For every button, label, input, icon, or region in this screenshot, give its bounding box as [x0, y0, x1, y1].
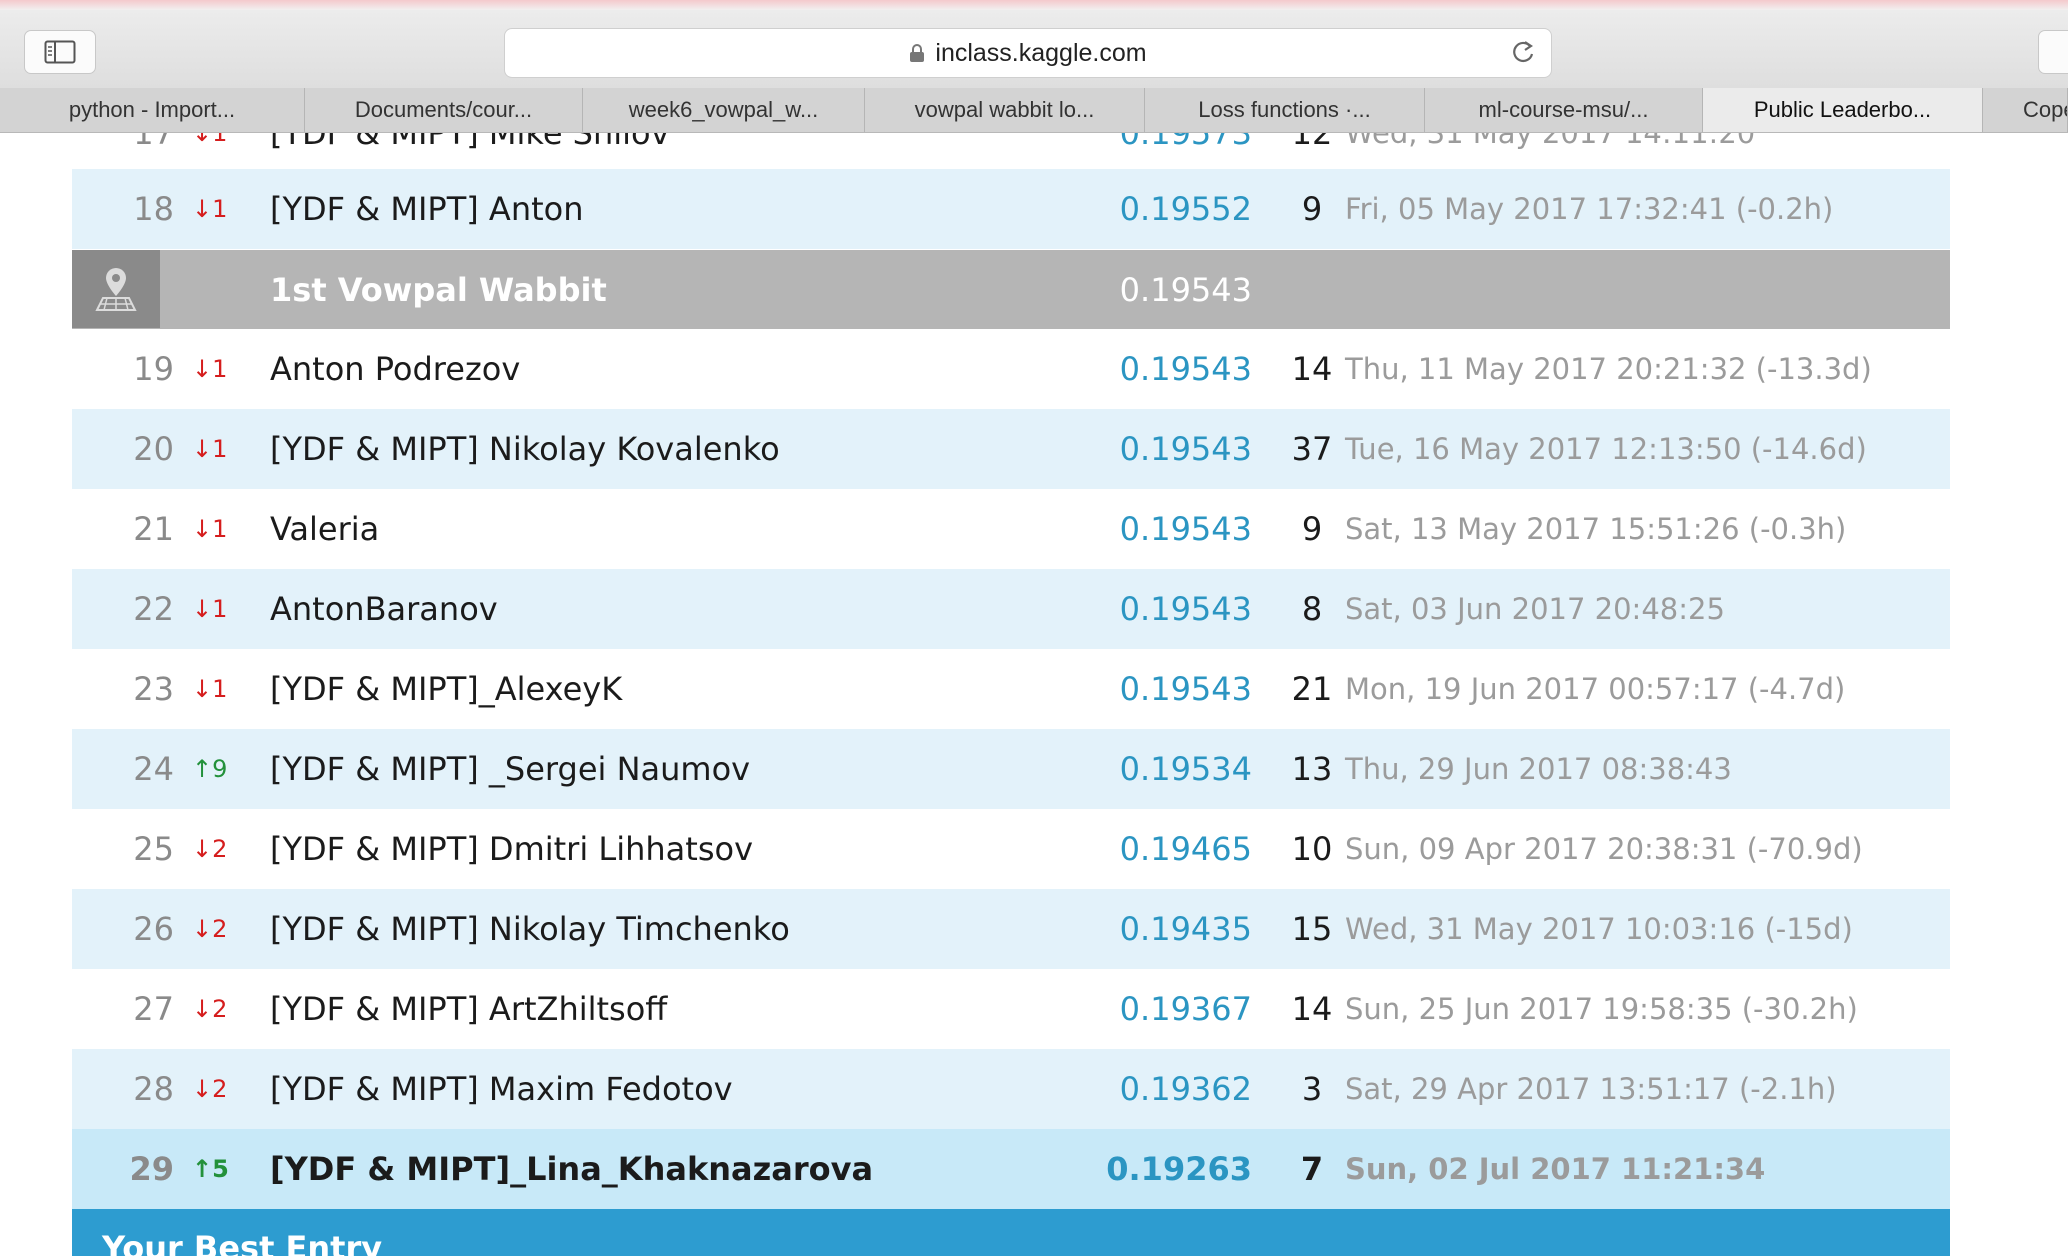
team-name[interactable]: [YDF & MIPT] Dmitri Lihhatsov [270, 809, 753, 889]
best-entry-label: Your Best Entry [102, 1229, 383, 1256]
score-cell: 0.19543 [1119, 590, 1252, 628]
rank-cell: 29 [129, 1150, 174, 1188]
my-team-row[interactable]: 29 ↑5 [YDF & MIPT]_Lina_Khaknazarova 0.1… [72, 1129, 1950, 1209]
score-cell: 0.19534 [1119, 750, 1252, 788]
sidebar-toggle-icon [44, 40, 76, 64]
last-submission: Tue, 16 May 2017 12:13:50 (-14.6d) [1345, 432, 1867, 466]
last-submission: Fri, 05 May 2017 17:32:41 (-0.2h) [1345, 192, 1834, 226]
score-cell: 0.19367 [1119, 990, 1252, 1028]
score-cell: 0.19543 [1119, 510, 1252, 548]
url-text: inclass.kaggle.com [935, 38, 1147, 67]
score-cell: 0.19362 [1119, 1070, 1252, 1108]
tab-ml-course[interactable]: ml-course-msu/... [1425, 88, 1703, 132]
rank-cell: 25 [133, 830, 174, 868]
lock-icon [910, 44, 925, 62]
table-row[interactable]: 24 ↑9 [YDF & MIPT] _Sergei Naumov 0.1953… [72, 729, 1950, 809]
score-cell: 0.19263 [1106, 1150, 1252, 1188]
score-cell: 0.19543 [1119, 350, 1252, 388]
sidebar-toggle-button[interactable] [24, 30, 96, 74]
table-row[interactable]: 21 ↓1 Valeria 0.19543 9 Sat, 13 May 2017… [72, 489, 1950, 569]
address-bar[interactable]: inclass.kaggle.com [504, 28, 1552, 78]
last-submission: Sat, 13 May 2017 15:51:26 (-0.3h) [1345, 512, 1847, 546]
score-cell: 0.19543 [1119, 670, 1252, 708]
tab-documents[interactable]: Documents/cour... [305, 88, 583, 132]
team-name[interactable]: [YDF & MIPT] _Sergei Naumov [270, 729, 750, 809]
benchmark-icon-box [72, 250, 160, 328]
last-submission: Mon, 19 Jun 2017 00:57:17 (-4.7d) [1345, 672, 1846, 706]
table-row[interactable]: 25 ↓2 [YDF & MIPT] Dmitri Lihhatsov 0.19… [72, 809, 1950, 889]
table-row[interactable]: 23 ↓1 [YDF & MIPT]_AlexeyK 0.19543 21 Mo… [72, 649, 1950, 729]
tab-week6-vowpal[interactable]: week6_vowpal_w... [583, 88, 865, 132]
table-row[interactable]: 18 ↓1 [YDF & MIPT] Anton 0.19552 9 Fri, … [72, 169, 1950, 249]
last-submission: Wed, 31 May 2017 10:03:16 (-15d) [1345, 912, 1853, 946]
team-name[interactable]: Valeria [270, 489, 379, 569]
team-name[interactable]: [YDF & MIPT] Nikolay Kovalenko [270, 409, 780, 489]
system-menu-strip [0, 0, 2068, 10]
tab-vowpal-wabbit[interactable]: vowpal wabbit lo... [865, 88, 1145, 132]
table-row[interactable]: 28 ↓2 [YDF & MIPT] Maxim Fedotov 0.19362… [72, 1049, 1950, 1129]
team-name[interactable]: AntonBaranov [270, 569, 498, 649]
last-submission: Sun, 25 Jun 2017 19:58:35 (-30.2h) [1345, 992, 1858, 1026]
tab-bar: python - Import... Documents/cour... wee… [0, 88, 2068, 133]
rank-cell: 24 [133, 750, 174, 788]
tab-python-import[interactable]: python - Import... [0, 88, 305, 132]
team-name[interactable]: [YDF & MIPT] Maxim Fedotov [270, 1049, 733, 1129]
team-name[interactable]: [YDF & MIPT] Nikolay Timchenko [270, 889, 790, 969]
rank-cell: 21 [133, 510, 174, 548]
rank-cell: 18 [133, 190, 174, 228]
tab-public-leaderboard[interactable]: Public Leaderbo... [1703, 88, 1983, 132]
team-name[interactable]: Anton Podrezov [270, 329, 520, 409]
rank-cell: 19 [133, 350, 174, 388]
table-row[interactable]: 22 ↓1 AntonBaranov 0.19543 8 Sat, 03 Jun… [72, 569, 1950, 649]
score-cell: 0.19543 [1119, 430, 1252, 468]
table-row[interactable]: 19 ↓1 Anton Podrezov 0.19543 14 Thu, 11 … [72, 329, 1950, 409]
page-content: 17 ↓1 [YDF & MIPT] Mike Shilov 0.19573 1… [0, 133, 2068, 1256]
last-submission: Sat, 03 Jun 2017 20:48:25 [1345, 592, 1725, 626]
browser-toolbar: inclass.kaggle.com [0, 10, 2068, 89]
benchmark-score: 0.19543 [1119, 271, 1252, 309]
score-cell: 0.19435 [1119, 910, 1252, 948]
rank-cell: 26 [133, 910, 174, 948]
table-row[interactable]: 27 ↓2 [YDF & MIPT] ArtZhiltsoff 0.19367 … [72, 969, 1950, 1049]
last-submission: Sun, 02 Jul 2017 11:21:34 [1345, 1152, 1766, 1186]
best-entry-bar[interactable]: Your Best Entry [72, 1209, 1950, 1256]
tab-loss-functions[interactable]: Loss functions ·... [1145, 88, 1425, 132]
score-cell: 0.19552 [1119, 190, 1252, 228]
rank-cell: 22 [133, 590, 174, 628]
rank-cell: 23 [133, 670, 174, 708]
rank-cell: 28 [133, 1070, 174, 1108]
last-submission: Sat, 29 Apr 2017 13:51:17 (-2.1h) [1345, 1072, 1837, 1106]
map-pin-icon [95, 268, 137, 311]
table-row[interactable]: 17 ↓1 [YDF & MIPT] Mike Shilov 0.19573 1… [72, 133, 1950, 173]
team-name[interactable]: [YDF & MIPT]_AlexeyK [270, 649, 622, 729]
reload-icon[interactable] [1509, 38, 1537, 66]
team-name[interactable]: [YDF & MIPT] Anton [270, 169, 584, 249]
team-name[interactable]: [YDF & MIPT] ArtZhiltsoff [270, 969, 667, 1049]
benchmark-row: 1st Vowpal Wabbit 0.19543 [72, 250, 1950, 330]
toolbar-right-button[interactable] [2038, 30, 2068, 74]
table-row[interactable]: 26 ↓2 [YDF & MIPT] Nikolay Timchenko 0.1… [72, 889, 1950, 969]
last-submission: Sun, 09 Apr 2017 20:38:31 (-70.9d) [1345, 832, 1863, 866]
benchmark-name: 1st Vowpal Wabbit [270, 271, 607, 309]
last-submission: Thu, 29 Jun 2017 08:38:43 [1345, 752, 1732, 786]
rank-cell: 20 [133, 430, 174, 468]
rank-cell: 27 [133, 990, 174, 1028]
team-name[interactable]: [YDF & MIPT]_Lina_Khaknazarova [270, 1129, 873, 1209]
score-cell: 0.19465 [1119, 830, 1252, 868]
last-submission: Thu, 11 May 2017 20:21:32 (-13.3d) [1345, 352, 1872, 386]
table-row[interactable]: 20 ↓1 [YDF & MIPT] Nikolay Kovalenko 0.1… [72, 409, 1950, 489]
tab-cope[interactable]: Cope [1983, 88, 2068, 132]
